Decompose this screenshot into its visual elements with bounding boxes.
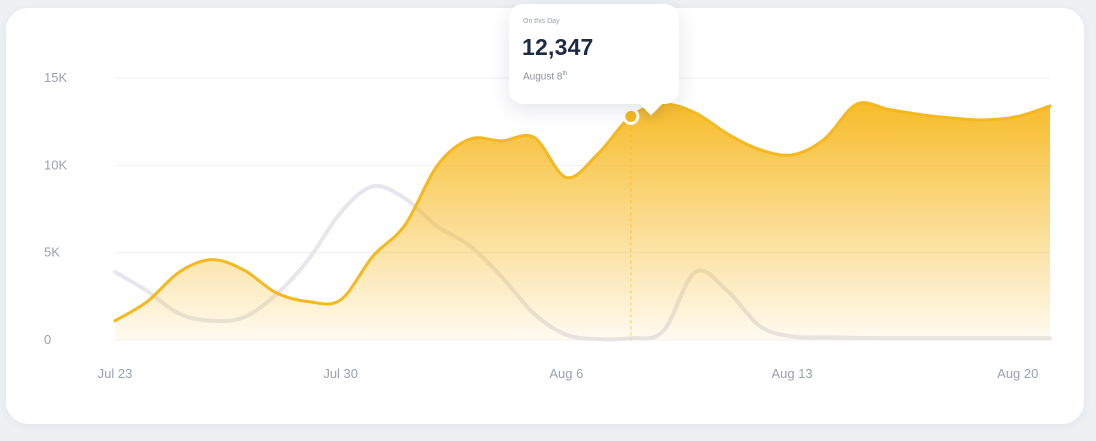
x-tick-label: Jul 23 (98, 366, 133, 381)
x-tick-label: Aug 13 (771, 366, 812, 381)
tooltip-date-suffix: th (562, 71, 568, 77)
y-tick-label: 15K (44, 70, 67, 85)
x-tick-label: Jul 30 (323, 366, 358, 381)
y-tick-label: 10K (44, 157, 67, 172)
x-tick-label: Aug 20 (997, 366, 1038, 381)
tooltip-date-text: August 8 (523, 71, 563, 83)
x-tick-label: Aug 6 (549, 366, 583, 381)
tooltip-caption: On this Day (523, 18, 560, 25)
y-tick-label: 5K (44, 245, 60, 260)
tooltip-value: 12,347 (522, 34, 594, 60)
chart-tooltip: On this Day 12,347 August 8th (509, 4, 679, 104)
tooltip-date: August 8th (523, 71, 568, 82)
primary-series-area (115, 102, 1050, 340)
y-tick-label: 0 (44, 332, 51, 347)
highlight-point (622, 107, 640, 125)
